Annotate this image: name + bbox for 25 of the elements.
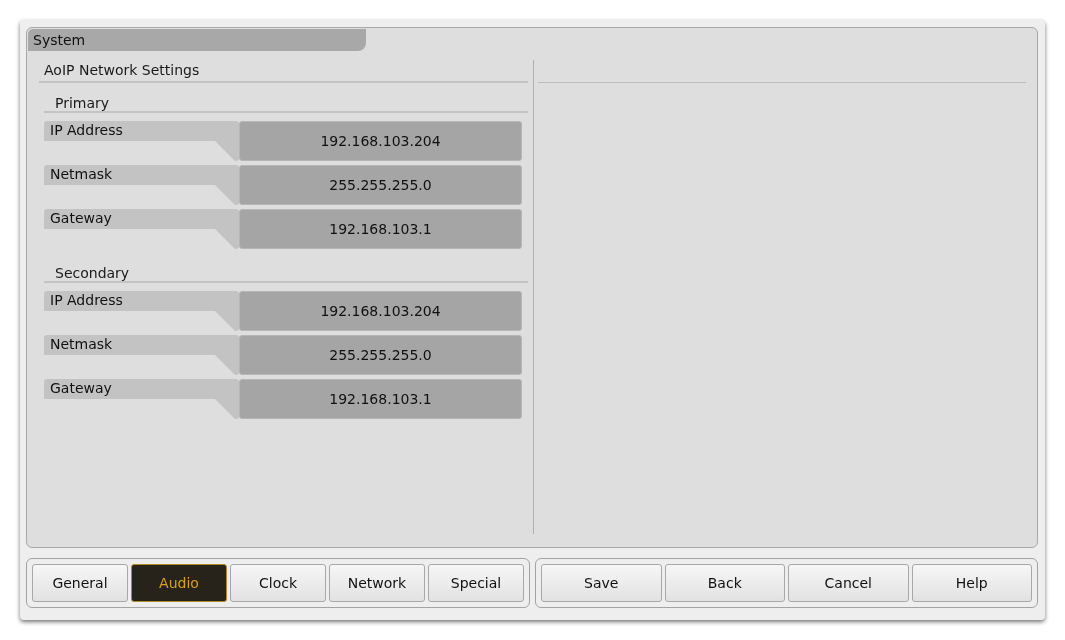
action-button[interactable]: Help	[911, 564, 1032, 602]
value-field[interactable]: 255.255.255.0	[239, 165, 522, 205]
action-button[interactable]: Save	[541, 564, 662, 602]
field-label: IP Address	[44, 291, 239, 331]
value-field[interactable]: 192.168.103.1	[239, 379, 522, 419]
field-label: Netmask	[44, 335, 239, 375]
value-field[interactable]: 192.168.103.204	[239, 121, 522, 161]
subsection-heading: Primary	[44, 83, 528, 113]
section-heading: AoIP Network Settings	[39, 60, 528, 83]
field-label: Gateway	[44, 379, 239, 419]
tab[interactable]: Audio	[131, 564, 227, 602]
action-button[interactable]: Back	[664, 564, 785, 602]
value-field[interactable]: 192.168.103.1	[239, 209, 522, 249]
window-title: System	[28, 29, 366, 51]
value-field[interactable]: 255.255.255.0	[239, 335, 522, 375]
field-label: Netmask	[44, 165, 239, 205]
tab[interactable]: Clock	[230, 564, 326, 602]
subsection-heading: Secondary	[44, 253, 528, 283]
field-label: Gateway	[44, 209, 239, 249]
tab[interactable]: Network	[329, 564, 425, 602]
action-button[interactable]: Cancel	[788, 564, 909, 602]
tab[interactable]: Special	[428, 564, 524, 602]
tab[interactable]: General	[32, 564, 128, 602]
value-field[interactable]: 192.168.103.204	[239, 291, 522, 331]
field-label: IP Address	[44, 121, 239, 161]
